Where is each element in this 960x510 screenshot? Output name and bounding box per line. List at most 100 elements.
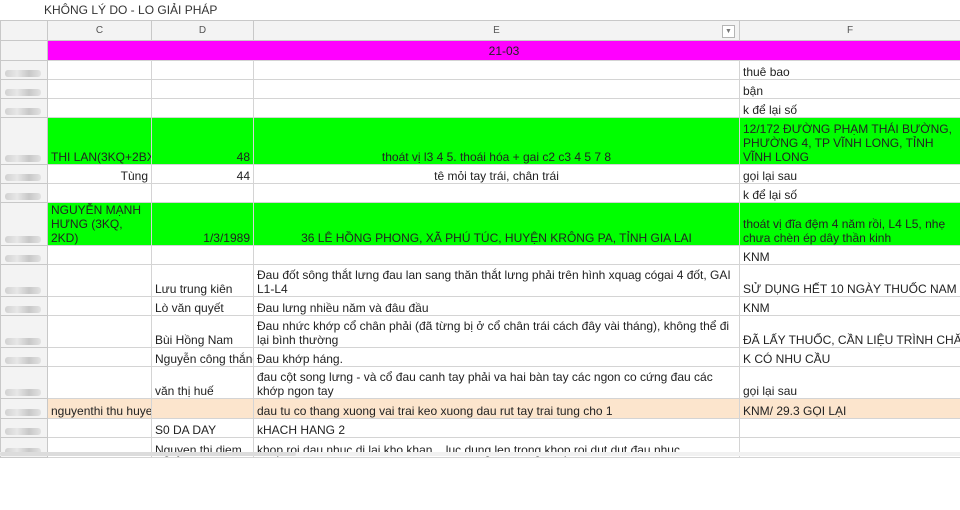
cell-c[interactable]: [47, 366, 152, 399]
cell-d[interactable]: văn thị huế: [151, 366, 254, 399]
table-row: NGUYỄN MẠNH HƯNG (3KQ, 2KD) 1/3/1989 36 …: [0, 202, 960, 246]
cell-d[interactable]: [151, 245, 254, 265]
cell-d[interactable]: 44: [151, 164, 254, 184]
row-header[interactable]: [0, 296, 48, 316]
cell-f[interactable]: KNM/ 29.3 GỌI LẠI: [739, 398, 960, 419]
cell-e[interactable]: Đau khớp háng.: [253, 347, 740, 367]
cell-f[interactable]: 12/172 ĐƯỜNG PHẠM THÁI BƯỜNG, PHƯỜNG 4, …: [739, 117, 960, 165]
blurred-row-number: [5, 236, 41, 243]
cell-c[interactable]: [47, 347, 152, 367]
blurred-row-number: [5, 89, 41, 96]
cell-e[interactable]: [253, 183, 740, 203]
row-header[interactable]: [0, 347, 48, 367]
row-header[interactable]: [0, 398, 48, 419]
blurred-row-number: [5, 428, 41, 435]
cell-c[interactable]: [47, 245, 152, 265]
cell-e[interactable]: [253, 79, 740, 99]
spreadsheet-grid[interactable]: C D E ▼ F 21-03 thuê bao bận k để lại số …: [0, 20, 960, 458]
cell-e[interactable]: Đau nhức khớp cổ chân phải (đã từng bị ở…: [253, 315, 740, 348]
cell-f[interactable]: KNM: [739, 245, 960, 265]
cell-c[interactable]: [47, 183, 152, 203]
cell-f[interactable]: k để lại số: [739, 98, 960, 118]
row-header[interactable]: [0, 40, 48, 61]
cell-f[interactable]: thoát vị đĩa đệm 4 năm rồi, L4 L5, nhẹ c…: [739, 202, 960, 246]
cell-f[interactable]: bận: [739, 79, 960, 99]
cell-f[interactable]: k để lại số: [739, 183, 960, 203]
table-row: KNM: [0, 245, 960, 265]
row-header[interactable]: [0, 183, 48, 203]
cell-d[interactable]: Lưu trung kiên: [151, 264, 254, 297]
cell-f[interactable]: SỬ DỤNG HẾT 10 NGÀY THUỐC NAM: [739, 264, 960, 297]
cell-e[interactable]: tê mỏi tay trái, chân trái: [253, 164, 740, 184]
cell-c[interactable]: [47, 98, 152, 118]
cell-e[interactable]: Đau lưng nhiều năm và đâu đầu: [253, 296, 740, 316]
column-header-d[interactable]: D: [151, 20, 254, 41]
table-row: thuê bao: [0, 60, 960, 80]
row-header[interactable]: [0, 79, 48, 99]
row-header[interactable]: [0, 98, 48, 118]
blurred-row-number: [5, 193, 41, 200]
table-row: bận: [0, 79, 960, 99]
row-header[interactable]: [0, 117, 48, 165]
column-header-f[interactable]: F: [739, 20, 960, 41]
cell-e[interactable]: [253, 98, 740, 118]
cell-c[interactable]: Tùng: [47, 164, 152, 184]
column-header-c[interactable]: C: [47, 20, 152, 41]
row-header[interactable]: [0, 366, 48, 399]
cell-f[interactable]: KNM: [739, 296, 960, 316]
date-band-cell[interactable]: 21-03: [47, 40, 960, 61]
row-header[interactable]: [0, 245, 48, 265]
cell-e[interactable]: dau tu co thang xuong vai trai keo xuong…: [253, 398, 740, 419]
cell-d[interactable]: Nguyễn công thắng: [151, 347, 254, 367]
row-header[interactable]: [0, 164, 48, 184]
cell-d[interactable]: [151, 98, 254, 118]
horizontal-scrollbar-thumb[interactable]: [0, 452, 296, 456]
column-header-e[interactable]: E ▼: [253, 20, 740, 41]
blurred-row-number: [5, 174, 41, 181]
cell-d[interactable]: 1/3/1989: [151, 202, 254, 246]
cell-f[interactable]: K CÓ NHU CẦU: [739, 347, 960, 367]
row-header[interactable]: [0, 202, 48, 246]
blurred-row-number: [5, 389, 41, 396]
cell-e[interactable]: kHACH HANG 2: [253, 418, 740, 438]
cell-c[interactable]: nguyenthi thu huyen: [47, 398, 152, 419]
cell-e[interactable]: thoát vị l3 4 5. thoái hóa + gai c2 c3 4…: [253, 117, 740, 165]
cell-f[interactable]: ĐÃ LẤY THUỐC, CẦN LIỆU TRÌNH CHĂM: [739, 315, 960, 348]
cell-c[interactable]: [47, 60, 152, 80]
table-row: Bùi Hồng Nam Đau nhức khớp cổ chân phải …: [0, 315, 960, 348]
cell-c[interactable]: [47, 264, 152, 297]
cell-f[interactable]: [739, 418, 960, 438]
cell-d[interactable]: [151, 398, 254, 419]
cell-e[interactable]: Đau đốt sông thắt lưng đau lan sang thăn…: [253, 264, 740, 297]
cell-c[interactable]: [47, 315, 152, 348]
cell-e[interactable]: 36 LÊ HỒNG PHONG, XÃ PHÚ TÚC, HUYỆN KRÔN…: [253, 202, 740, 246]
cell-e[interactable]: [253, 245, 740, 265]
cell-d[interactable]: [151, 79, 254, 99]
blurred-row-number: [5, 357, 41, 364]
cell-f[interactable]: gọi lại sau: [739, 164, 960, 184]
cell-c[interactable]: THI LAN(3KQ+2BXT): [47, 117, 152, 165]
cell-c[interactable]: [47, 296, 152, 316]
row-header[interactable]: [0, 315, 48, 348]
cell-c[interactable]: [47, 418, 152, 438]
cell-d[interactable]: [151, 60, 254, 80]
table-row: Lưu trung kiên Đau đốt sông thắt lưng đa…: [0, 264, 960, 297]
cell-d[interactable]: Bùi Hồng Nam: [151, 315, 254, 348]
cell-d[interactable]: S0 DA DAY: [151, 418, 254, 438]
row-header[interactable]: [0, 418, 48, 438]
blurred-row-number: [5, 409, 41, 416]
cell-e[interactable]: đau cột song lưng - và cổ đau canh tay p…: [253, 366, 740, 399]
row-header[interactable]: [0, 264, 48, 297]
cell-d[interactable]: Lò văn quyết: [151, 296, 254, 316]
blurred-row-number: [5, 108, 41, 115]
cell-d[interactable]: 48: [151, 117, 254, 165]
row-header[interactable]: [0, 60, 48, 80]
cell-c[interactable]: [47, 79, 152, 99]
cell-f[interactable]: gọi lại sau: [739, 366, 960, 399]
cell-c[interactable]: NGUYỄN MẠNH HƯNG (3KQ, 2KD): [47, 202, 152, 246]
select-all-corner[interactable]: [0, 20, 48, 41]
cell-f[interactable]: thuê bao: [739, 60, 960, 80]
cell-d[interactable]: [151, 183, 254, 203]
filter-dropdown-icon[interactable]: ▼: [722, 25, 735, 38]
cell-e[interactable]: [253, 60, 740, 80]
